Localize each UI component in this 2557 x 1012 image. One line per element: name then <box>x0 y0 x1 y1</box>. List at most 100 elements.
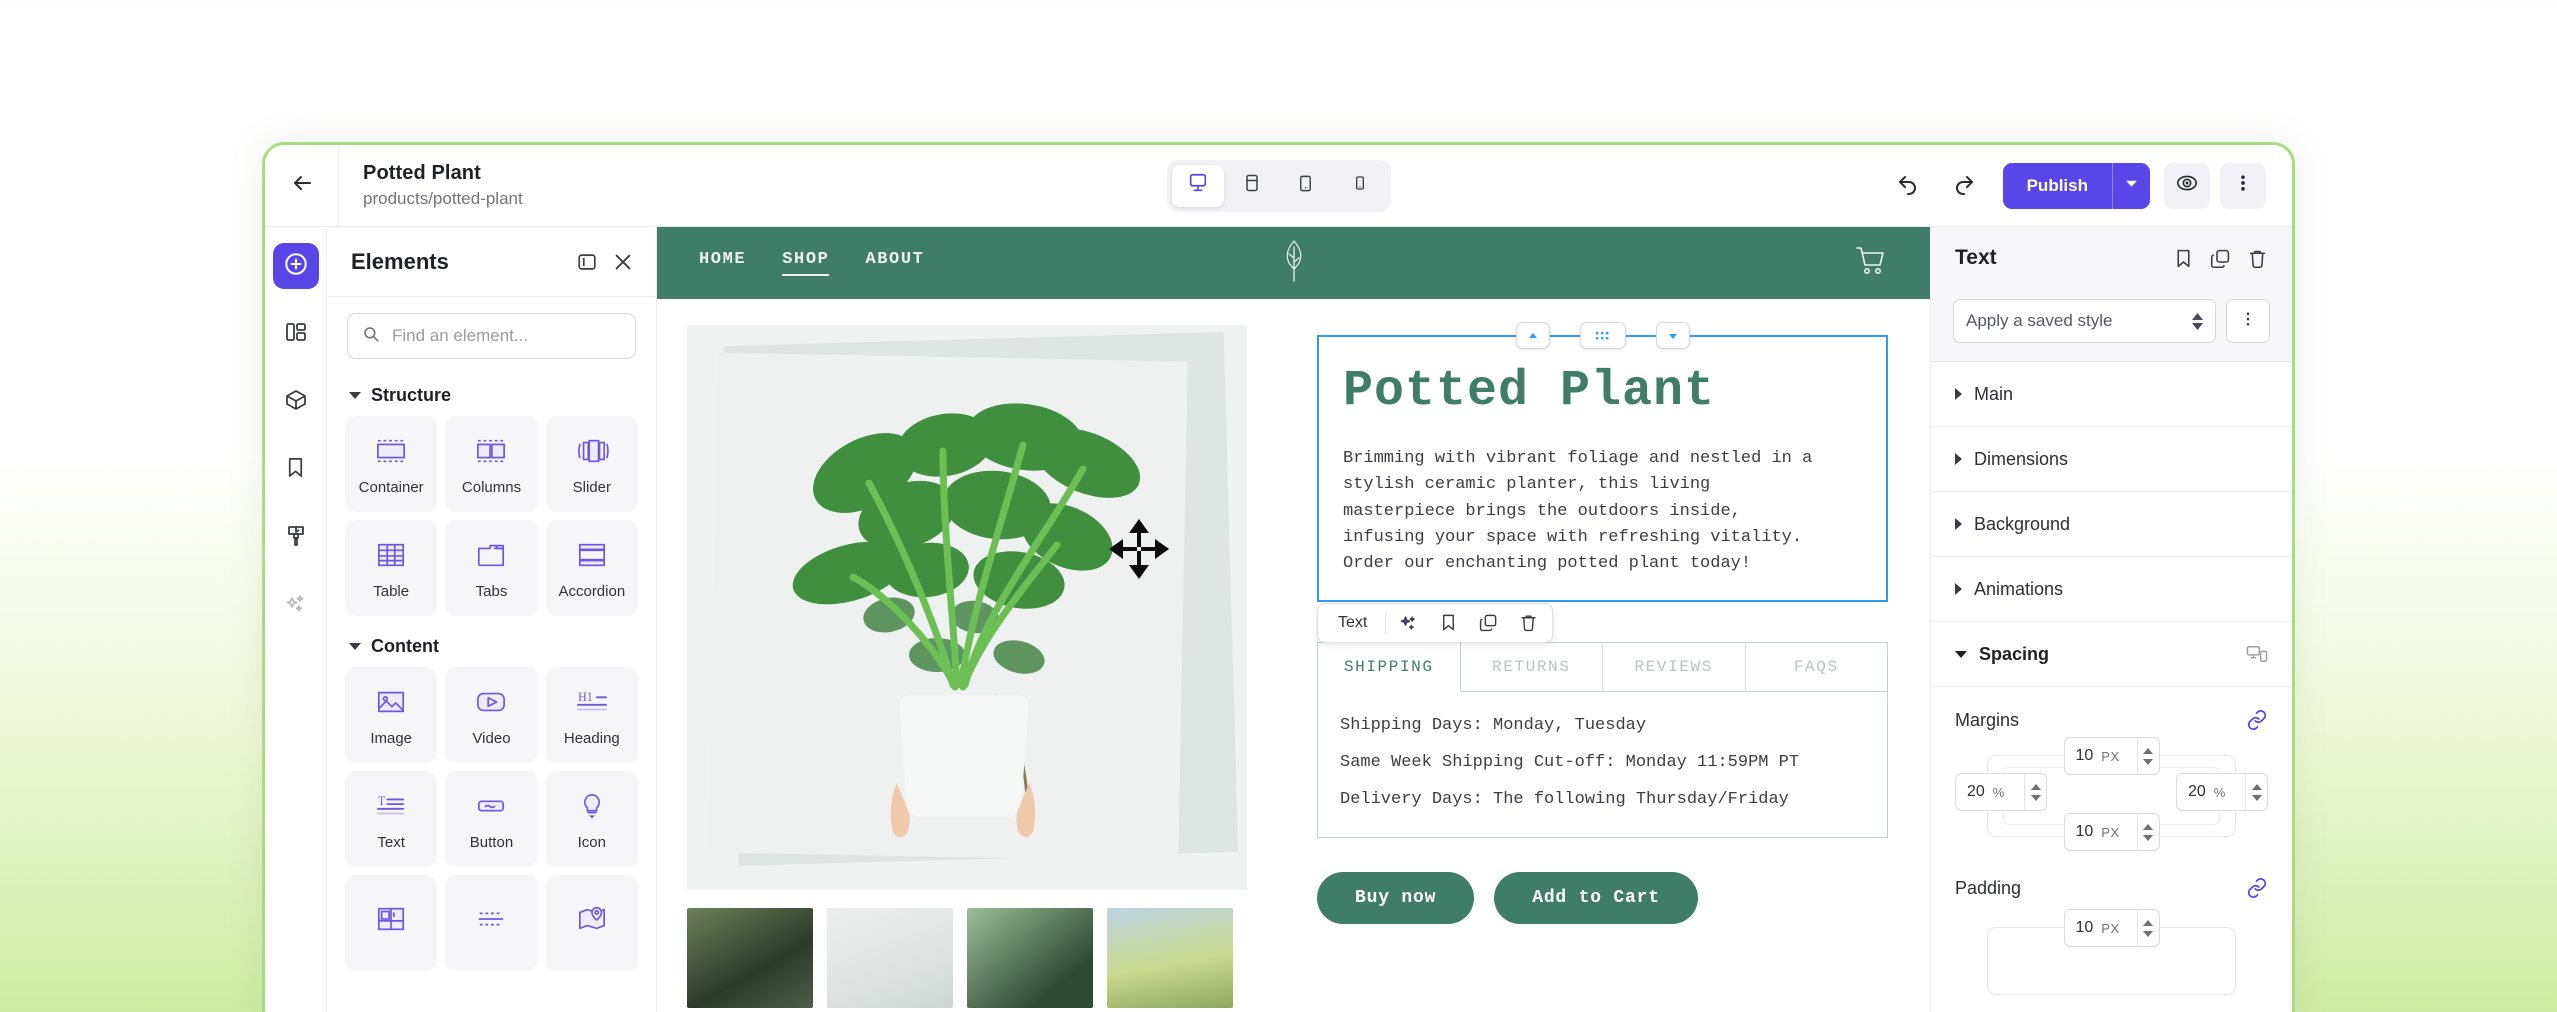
accordion-label: Animations <box>1974 578 2064 599</box>
bookmark-icon[interactable] <box>2173 248 2194 269</box>
thumbnail-1[interactable] <box>827 908 953 1008</box>
accordion-animations[interactable]: Animations <box>1931 557 2292 622</box>
rail-item-ai[interactable] <box>273 583 319 629</box>
svg-text:H1: H1 <box>578 690 593 704</box>
publish-button[interactable]: Publish <box>2003 163 2112 209</box>
padding-top-field[interactable]: 10 PX <box>2063 909 2160 947</box>
close-icon[interactable] <box>612 251 634 273</box>
ai-sparkles-icon[interactable] <box>1390 607 1426 639</box>
element-card-heading[interactable]: H1 Heading <box>545 667 638 763</box>
link-icon[interactable] <box>2246 709 2268 731</box>
move-up-handle[interactable] <box>1515 322 1550 349</box>
redo-button[interactable] <box>1941 163 1987 209</box>
saved-style-more-button[interactable] <box>2226 299 2270 343</box>
margin-right-field[interactable]: 20 % <box>2176 773 2268 811</box>
buy-now-button[interactable]: Buy now <box>1317 871 1475 924</box>
device-laptop-button[interactable] <box>1226 165 1278 207</box>
accordion-label: Main <box>1974 383 2014 404</box>
element-card-button[interactable]: Button <box>445 771 538 867</box>
tab-returns[interactable]: RETURNS <box>1460 642 1603 692</box>
tab-faqs[interactable]: FAQS <box>1745 643 1887 692</box>
drag-handle[interactable] <box>1579 322 1626 349</box>
section-header-structure[interactable]: Structure <box>327 365 656 416</box>
margin-top-stepper[interactable] <box>2136 738 2159 774</box>
accordion-main[interactable]: Main <box>1931 362 2292 427</box>
section-header-content[interactable]: Content <box>327 616 656 667</box>
nav-link-shop[interactable]: SHOP <box>782 250 830 276</box>
thumbnail-0[interactable] <box>687 908 813 1008</box>
device-desktop-button[interactable] <box>1171 164 1224 207</box>
move-down-handle[interactable] <box>1655 322 1690 349</box>
search-input[interactable] <box>392 326 621 346</box>
publish-dropdown-button[interactable] <box>2112 162 2150 209</box>
duplicate-icon[interactable] <box>1470 607 1506 639</box>
rail-item-add[interactable] <box>272 243 319 289</box>
element-card-image[interactable]: Image <box>345 667 438 763</box>
padding-top-stepper[interactable] <box>2136 910 2159 946</box>
nav-link-about[interactable]: ABOUT <box>865 250 924 276</box>
accordion-spacing[interactable]: Spacing <box>1931 622 2292 687</box>
product-hero-image[interactable] <box>687 325 1247 890</box>
arrow-left-icon <box>290 171 314 200</box>
monstera-plant-illustration <box>792 403 1141 838</box>
saved-style-select[interactable]: Apply a saved style <box>1953 299 2216 343</box>
rail-item-saved[interactable] <box>273 447 319 493</box>
device-tablet-button[interactable] <box>1280 165 1332 207</box>
eye-icon <box>2176 172 2198 199</box>
element-card-divider[interactable] <box>445 875 538 971</box>
preview-button[interactable] <box>2164 162 2210 209</box>
left-icon-rail <box>265 227 327 1012</box>
element-card-gallery[interactable] <box>345 875 438 971</box>
element-card-text[interactable]: T Text <box>345 771 438 867</box>
panel-dock-icon[interactable] <box>576 251 598 273</box>
margin-right-value: 20 <box>2188 783 2206 800</box>
page-title: Potted Plant <box>363 162 481 184</box>
rail-item-assets[interactable] <box>273 379 319 425</box>
add-to-cart-button[interactable]: Add to Cart <box>1494 871 1698 924</box>
more-options-button[interactable] <box>2220 162 2266 209</box>
thumbnail-2[interactable] <box>967 908 1093 1008</box>
saved-style-row: Apply a saved style <box>1931 289 2292 362</box>
bookmark-icon[interactable] <box>1430 607 1466 639</box>
device-mobile-button[interactable] <box>1334 165 1386 207</box>
element-card-slider[interactable]: Slider <box>545 416 638 512</box>
context-toolbar-label: Text <box>1338 613 1368 631</box>
element-card-table[interactable]: Table <box>345 520 438 616</box>
device-switcher[interactable] <box>1166 159 1391 212</box>
accordion-background[interactable]: Background <box>1931 492 2292 557</box>
element-card-map[interactable] <box>545 875 638 971</box>
element-card-video[interactable]: Video <box>445 667 538 763</box>
desktop-icon <box>1187 172 1209 199</box>
margin-top-field[interactable]: 10 PX <box>2063 737 2160 775</box>
accordion-dimensions[interactable]: Dimensions <box>1931 427 2292 492</box>
element-card-accordion[interactable]: Accordion <box>545 520 638 616</box>
duplicate-icon[interactable] <box>2210 248 2231 269</box>
margin-right-stepper[interactable] <box>2245 774 2267 810</box>
undo-button[interactable] <box>1885 163 1931 209</box>
nav-link-home[interactable]: HOME <box>699 250 746 276</box>
selected-text-element[interactable]: Potted Plant Brimming with vibrant folia… <box>1317 322 1888 643</box>
tab-reviews[interactable]: REVIEWS <box>1603 642 1746 692</box>
rail-item-sections[interactable] <box>273 311 319 357</box>
element-card-icon[interactable]: Icon <box>545 771 638 867</box>
margin-bottom-stepper[interactable] <box>2136 814 2159 850</box>
element-card-columns[interactable]: Columns <box>445 416 538 512</box>
tab-shipping[interactable]: SHIPPING <box>1318 642 1461 692</box>
rail-item-theme[interactable] <box>273 515 319 561</box>
margin-bottom-field[interactable]: 10 PX <box>2063 813 2160 851</box>
margin-left-stepper[interactable] <box>2024 774 2046 810</box>
link-icon[interactable] <box>2246 877 2268 899</box>
margin-left-field[interactable]: 20 % <box>1955 773 2047 811</box>
back-button[interactable] <box>265 145 339 226</box>
element-card-tabs[interactable]: Tabs <box>445 520 538 616</box>
search-box[interactable] <box>347 313 636 359</box>
trash-icon[interactable] <box>1510 607 1546 639</box>
leaf-logo-icon <box>1276 238 1312 289</box>
element-card-container[interactable]: Container <box>345 416 438 512</box>
text-icon: T <box>374 787 408 825</box>
thumbnail-3[interactable] <box>1107 908 1233 1008</box>
responsive-devices-icon[interactable] <box>2246 644 2268 664</box>
shopping-cart-icon[interactable] <box>1854 245 1888 282</box>
margin-top-value: 10 <box>2075 747 2094 764</box>
trash-icon[interactable] <box>2247 248 2268 269</box>
